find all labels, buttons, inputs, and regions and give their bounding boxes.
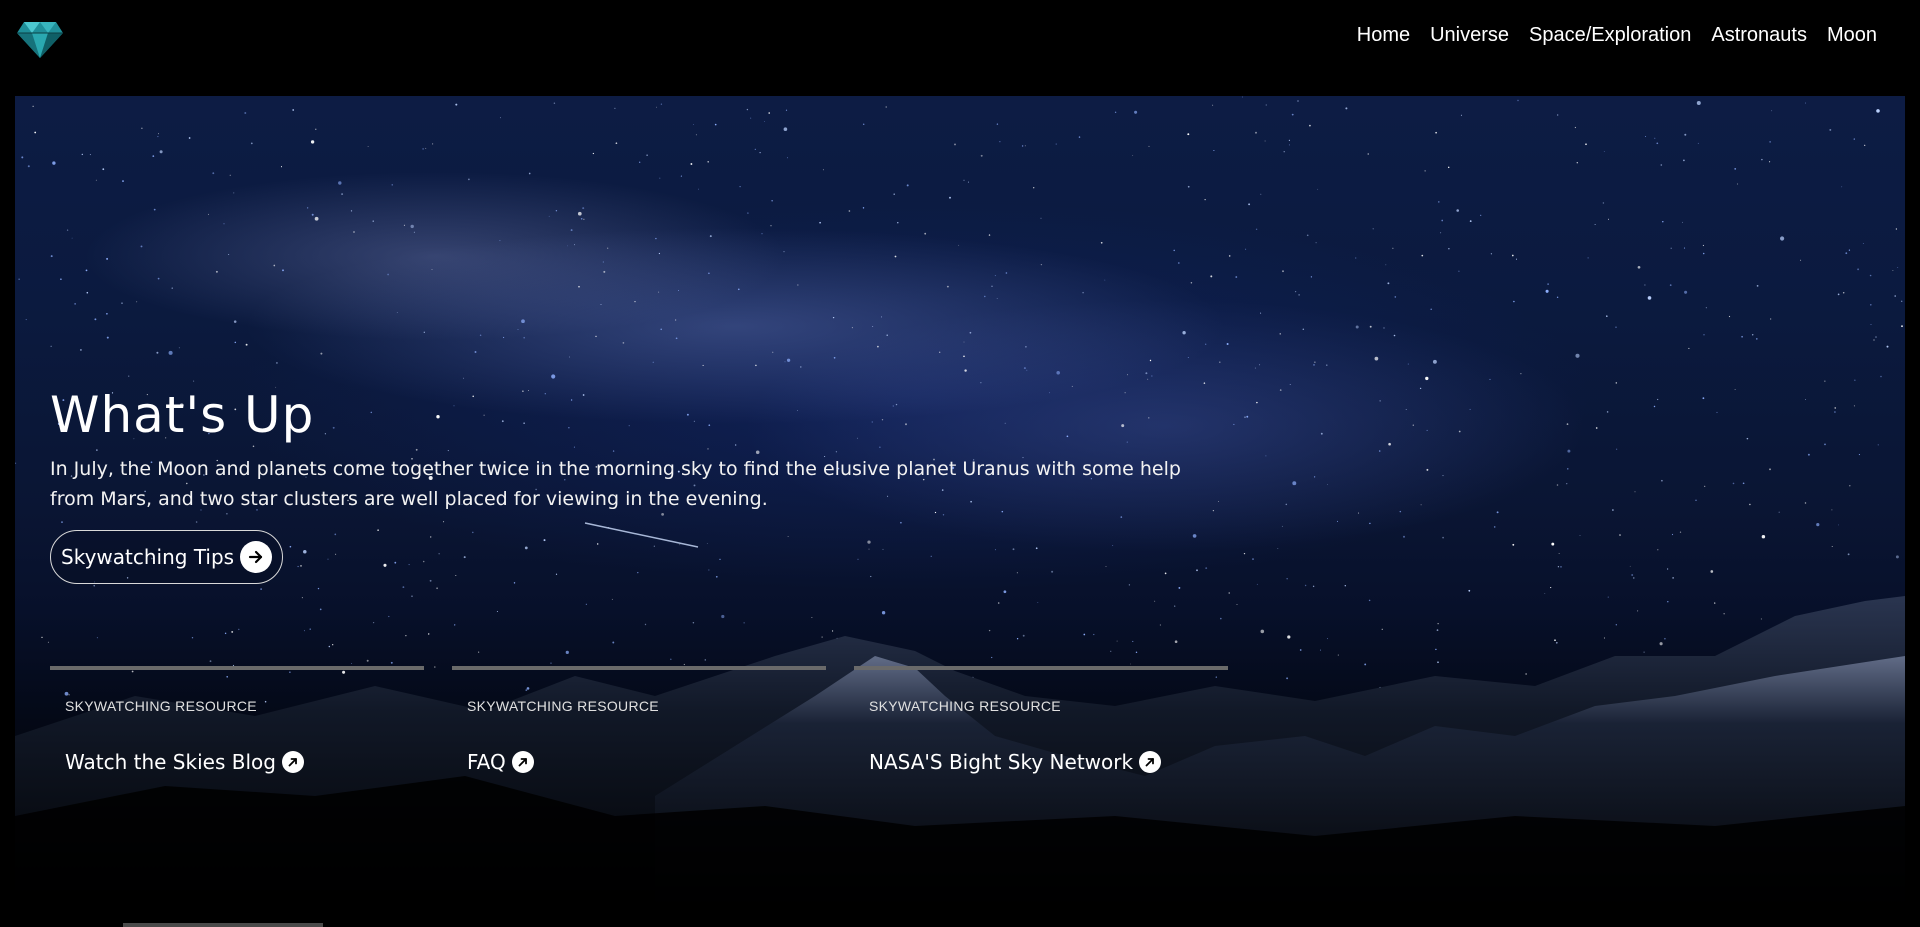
hero-description: In July, the Moon and planets come toget… [50, 458, 1181, 510]
resource-kicker: SKYWATCHING RESOURCE [467, 698, 659, 714]
external-link-icon [281, 751, 304, 773]
diamond-icon[interactable] [16, 20, 64, 60]
skywatching-resources: SKYWATCHING RESOURCE Watch the Skies Blo… [50, 666, 1228, 774]
resource-card: SKYWATCHING RESOURCE FAQ [452, 666, 826, 774]
external-link-icon [511, 751, 534, 773]
resource-link-label: Watch the Skies Blog [65, 750, 276, 774]
resource-kicker: SKYWATCHING RESOURCE [869, 698, 1061, 714]
arrow-right-icon [240, 541, 273, 573]
nav-astronauts[interactable]: Astronauts [1711, 24, 1807, 47]
resource-kicker: SKYWATCHING RESOURCE [65, 698, 257, 714]
resource-link-label: NASA'S Bight Sky Network [869, 750, 1134, 774]
resource-card: SKYWATCHING RESOURCE NASA'S Bight Sky Ne… [854, 666, 1228, 774]
external-link-icon [1139, 751, 1162, 773]
nasa-night-sky-network-link[interactable]: NASA'S Bight Sky Network [869, 750, 1213, 774]
horizontal-scrollbar[interactable] [123, 923, 323, 927]
resource-link-label: FAQ [467, 750, 506, 774]
page: Home Universe Space/Exploration Astronau… [0, 0, 1920, 927]
skywatching-tips-button[interactable]: Skywatching Tips [50, 530, 284, 584]
nav-moon[interactable]: Moon [1827, 24, 1877, 47]
hero-content: What's Up In July, the Moon and planets … [50, 386, 1230, 584]
faq-link[interactable]: FAQ [467, 750, 811, 774]
page-title: What's Up [50, 386, 315, 444]
skywatching-tips-label: Skywatching Tips [61, 545, 235, 569]
nav-home[interactable]: Home [1357, 24, 1410, 47]
nav-universe[interactable]: Universe [1430, 24, 1509, 47]
watch-the-skies-blog-link[interactable]: Watch the Skies Blog [65, 750, 409, 774]
site-header: Home Universe Space/Exploration Astronau… [0, 0, 1920, 96]
resource-card: SKYWATCHING RESOURCE Watch the Skies Blo… [50, 666, 424, 774]
nav-space-exploration[interactable]: Space/Exploration [1529, 24, 1691, 47]
hero-section: What's Up In July, the Moon and planets … [15, 96, 1905, 927]
main-nav: Home Universe Space/Exploration Astronau… [1357, 24, 1877, 47]
